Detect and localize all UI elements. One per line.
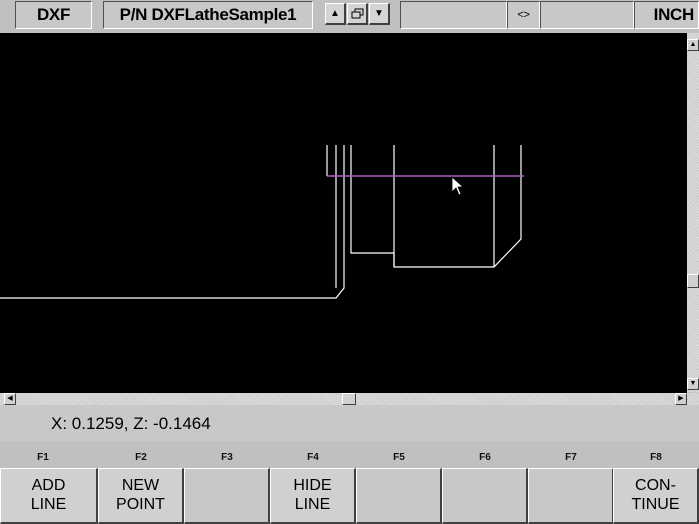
add-line-button[interactable]: ADD LINE [0,468,98,524]
blank-status-field-2 [540,1,634,29]
coord-mode-icon: <> [517,9,530,21]
f6-label: F6 [479,452,491,463]
continue-button[interactable]: CON- TINUE [613,468,699,524]
groove-outline [350,145,522,268]
f5-button[interactable] [356,468,442,524]
mouse-cursor-icon [451,176,465,196]
f3-label: F3 [221,452,233,463]
part-name-field: P/N DXFLatheSample1 [103,1,313,29]
window-toggle-button[interactable] [347,3,368,25]
blank-status-field [400,1,507,29]
dxf-drawing-canvas[interactable] [0,33,687,393]
f7-label: F7 [565,452,577,463]
f6-button[interactable] [442,468,528,524]
cursor-coordinates: X: 0.1259, Z: -0.1464 [51,414,211,433]
horizontal-scrollbar[interactable]: ◀ ▶ [0,393,699,405]
f8-label: F8 [650,452,662,463]
units-indicator: INCH [634,1,699,29]
coordinate-status-bar: X: 0.1259, Z: -0.1464 [0,405,699,441]
f5-label: F5 [393,452,405,463]
scroll-up-arrow[interactable]: ▲ [687,39,699,51]
coordinate-mode-indicator: <> [507,1,540,29]
mode-indicator: DXF [15,1,92,29]
f1-label: F1 [37,452,49,463]
vertical-scroll-thumb[interactable] [687,274,699,288]
scroll-down-button[interactable]: ▼ [369,3,390,25]
restore-window-icon [351,8,363,19]
f7-button[interactable] [528,468,614,524]
top-status-bar: DXF P/N DXFLatheSample1 ▲ ▼ <> INCH [0,0,699,33]
scroll-right-arrow[interactable]: ▶ [675,393,687,405]
horizontal-scroll-thumb[interactable] [342,393,356,405]
vertical-scrollbar[interactable]: ▲ ▼ [687,33,699,392]
scroll-left-arrow[interactable]: ◀ [4,393,16,405]
scroll-down-arrow[interactable]: ▼ [687,378,699,390]
f3-button[interactable] [184,468,270,524]
arrow-down-icon: ▼ [374,8,384,19]
f2-label: F2 [135,452,147,463]
function-key-bar: F1 F2 F3 F4 F5 F6 F7 F8 ADD LINE NEW POI… [0,441,699,524]
new-point-button[interactable]: NEW POINT [98,468,184,524]
part-profile-drawing[interactable] [0,33,687,393]
part-outline [0,145,345,299]
scroll-up-button[interactable]: ▲ [325,3,346,25]
arrow-up-icon: ▲ [330,8,340,19]
f4-label: F4 [307,452,319,463]
hide-line-button[interactable]: HIDE LINE [270,468,356,524]
